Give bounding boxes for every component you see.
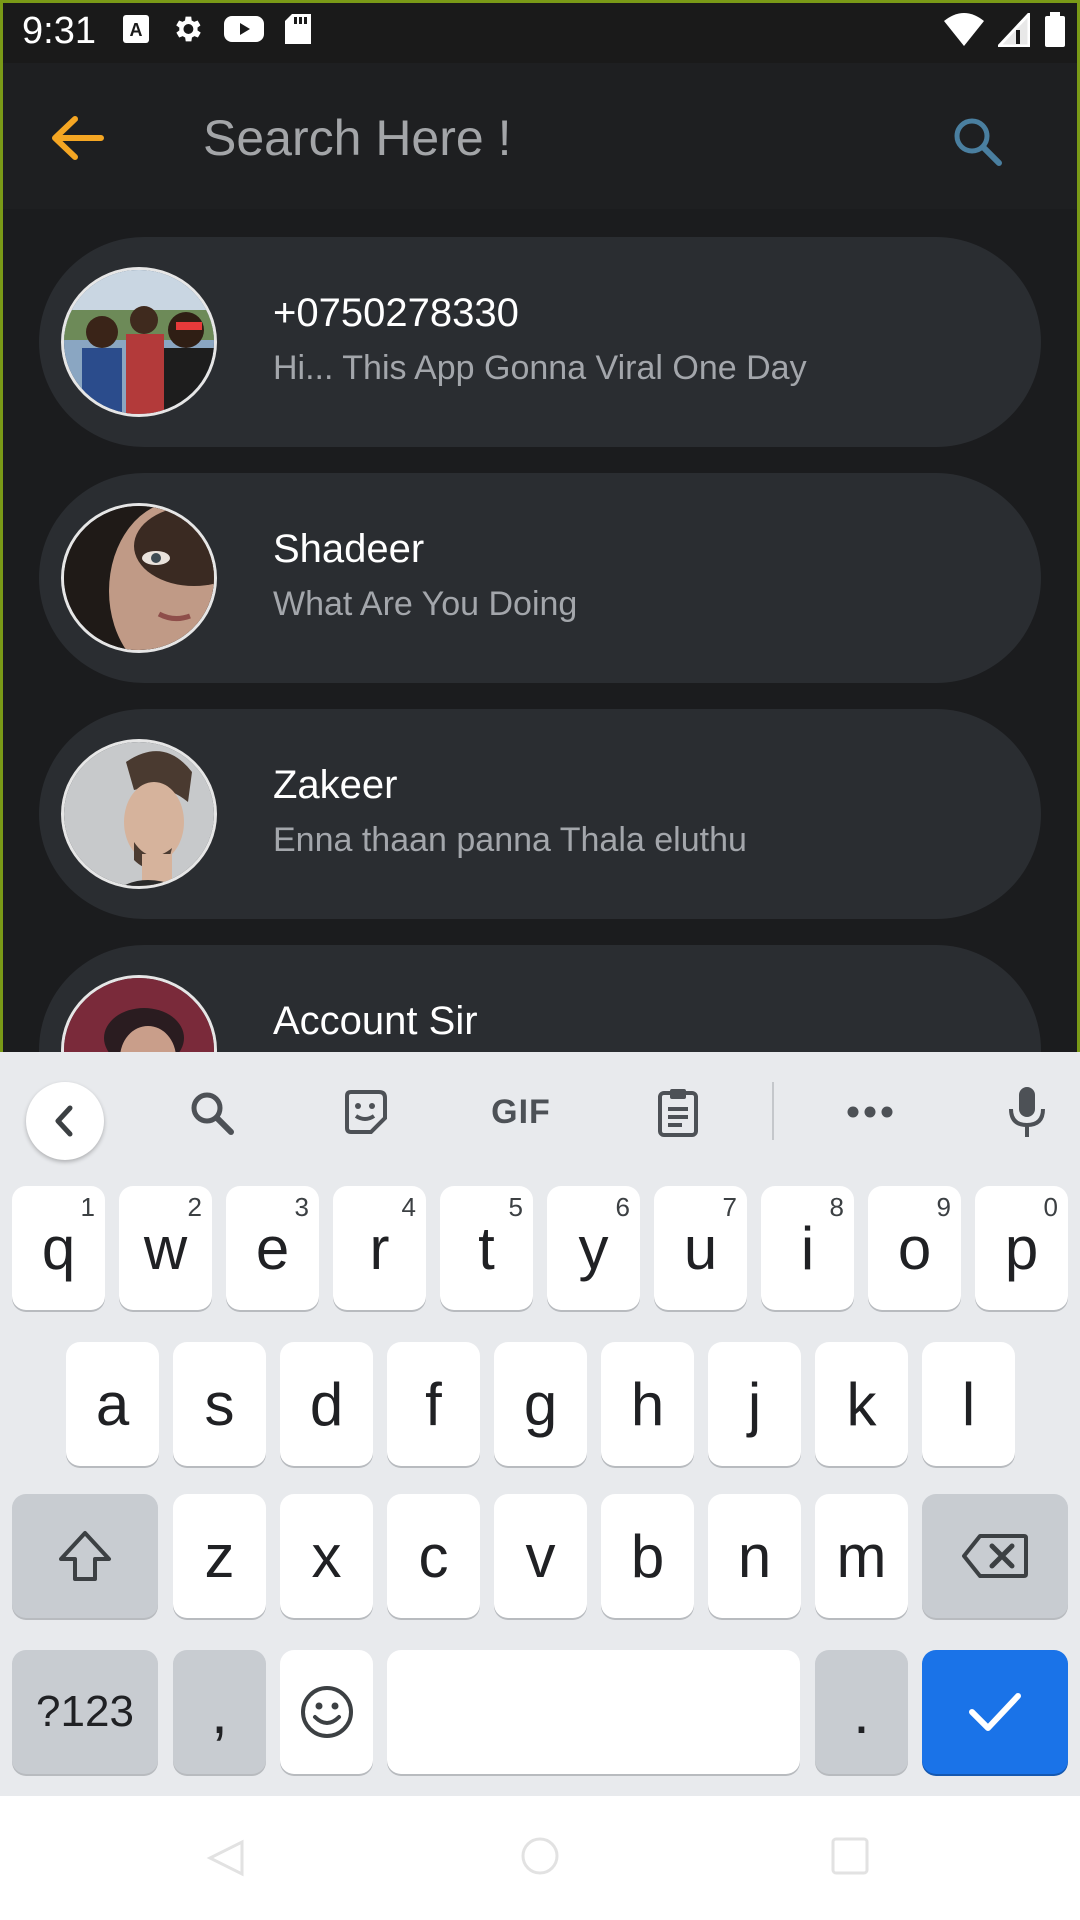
nav-home-icon[interactable] [520, 1836, 560, 1876]
sticker-icon [345, 1090, 387, 1134]
settings-notification-icon [176, 16, 201, 42]
keyboard-collapse-button[interactable] [26, 1082, 104, 1160]
key-s[interactable]: s [173, 1342, 266, 1466]
status-bar: 9:31 A [0, 0, 1080, 63]
key-f[interactable]: f [387, 1342, 480, 1466]
chat-item[interactable]: Account Sir [39, 945, 1041, 1052]
key-w[interactable]: w2 [119, 1186, 212, 1310]
key-m[interactable]: m [815, 1494, 908, 1618]
navigation-bar [0, 1796, 1080, 1920]
key-p[interactable]: p0 [975, 1186, 1068, 1310]
search-input[interactable] [203, 101, 903, 175]
back-arrow-icon[interactable] [49, 113, 105, 163]
status-time: 9:31 [22, 10, 96, 52]
chat-name: Shadeer [273, 527, 425, 571]
battery-icon [1045, 12, 1065, 47]
keyboard-clipboard-button[interactable] [648, 1082, 708, 1142]
keyboard-voice-button[interactable] [997, 1082, 1057, 1142]
chat-item[interactable]: Zakeer Enna thaan panna Thala eluthu [39, 709, 1041, 919]
key-n[interactable]: n [708, 1494, 801, 1618]
keyboard-notification-icon: A [123, 15, 149, 43]
symbols-key[interactable]: ?123 [12, 1650, 158, 1774]
youtube-notification-icon [224, 16, 264, 42]
emoji-icon [300, 1686, 353, 1738]
shift-key[interactable] [12, 1494, 158, 1618]
key-x[interactable]: x [280, 1494, 373, 1618]
svg-text:A: A [130, 20, 143, 40]
backspace-icon [962, 1534, 1028, 1578]
key-a[interactable]: a [66, 1342, 159, 1466]
key-o[interactable]: o9 [868, 1186, 961, 1310]
done-key[interactable] [922, 1650, 1068, 1774]
key-e[interactable]: e3 [226, 1186, 319, 1310]
chat-item[interactable]: Shadeer What Are You Doing [39, 473, 1041, 683]
keyboard-gif-button[interactable]: GIF [478, 1082, 564, 1142]
key-k[interactable]: k [815, 1342, 908, 1466]
chat-list: +0750278330 Hi... This App Gonna Viral O… [3, 209, 1077, 1052]
wifi-icon [944, 13, 984, 46]
emoji-key[interactable] [280, 1650, 373, 1774]
keyboard-toolbar: GIF [0, 1052, 1080, 1168]
toolbar-divider [772, 1082, 774, 1140]
key-y[interactable]: y6 [547, 1186, 640, 1310]
cellular-signal-icon [998, 13, 1030, 47]
gif-label: GIF [491, 1092, 551, 1131]
chat-name: Zakeer [273, 763, 398, 807]
avatar [61, 503, 217, 653]
key-g[interactable]: g [494, 1342, 587, 1466]
chevron-left-icon [55, 1105, 73, 1137]
soft-keyboard: GIF q1 w2 e3 r4 t5 y6 u7 i8 o9 p0 a s d … [0, 1052, 1080, 1796]
key-t[interactable]: t5 [440, 1186, 533, 1310]
nav-back-icon[interactable] [206, 1838, 246, 1878]
screen: 9:31 A Search Here ! +0750278330 Hi... T… [0, 0, 1080, 1920]
search-icon[interactable] [949, 113, 1005, 169]
key-c[interactable]: c [387, 1494, 480, 1618]
key-v[interactable]: v [494, 1494, 587, 1618]
avatar [61, 267, 217, 417]
nav-recents-icon[interactable] [830, 1836, 870, 1876]
search-icon [191, 1092, 234, 1135]
microphone-icon [1009, 1087, 1045, 1137]
space-key[interactable] [387, 1650, 800, 1774]
keyboard-search-button[interactable] [181, 1082, 241, 1142]
more-horizontal-icon [847, 1106, 893, 1118]
chat-name: +0750278330 [273, 291, 519, 335]
key-z[interactable]: z [173, 1494, 266, 1618]
backspace-key[interactable] [922, 1494, 1068, 1618]
shift-icon [59, 1531, 111, 1581]
key-i[interactable]: i8 [761, 1186, 854, 1310]
avatar [61, 739, 217, 889]
chat-item[interactable]: +0750278330 Hi... This App Gonna Viral O… [39, 237, 1041, 447]
key-b[interactable]: b [601, 1494, 694, 1618]
chat-last-message: What Are You Doing [273, 585, 578, 623]
key-u[interactable]: u7 [654, 1186, 747, 1310]
chat-last-message: Enna thaan panna Thala eluthu [273, 821, 747, 859]
chat-name: Account Sir [273, 999, 478, 1043]
clipboard-icon [658, 1089, 698, 1137]
key-q[interactable]: q1 [12, 1186, 105, 1310]
chat-last-message: Hi... This App Gonna Viral One Day [273, 349, 807, 387]
key-h[interactable]: h [601, 1342, 694, 1466]
search-toolbar [3, 63, 1077, 209]
checkmark-icon [969, 1693, 1021, 1731]
keyboard-sticker-button[interactable] [335, 1082, 395, 1142]
key-j[interactable]: j [708, 1342, 801, 1466]
key-d[interactable]: d [280, 1342, 373, 1466]
key-l[interactable]: l [922, 1342, 1015, 1466]
keyboard-more-button[interactable] [840, 1082, 900, 1142]
comma-key[interactable]: , [173, 1650, 266, 1774]
avatar [61, 975, 217, 1052]
sdcard-notification-icon [285, 14, 311, 44]
key-r[interactable]: r4 [333, 1186, 426, 1310]
period-key[interactable]: . [815, 1650, 908, 1774]
